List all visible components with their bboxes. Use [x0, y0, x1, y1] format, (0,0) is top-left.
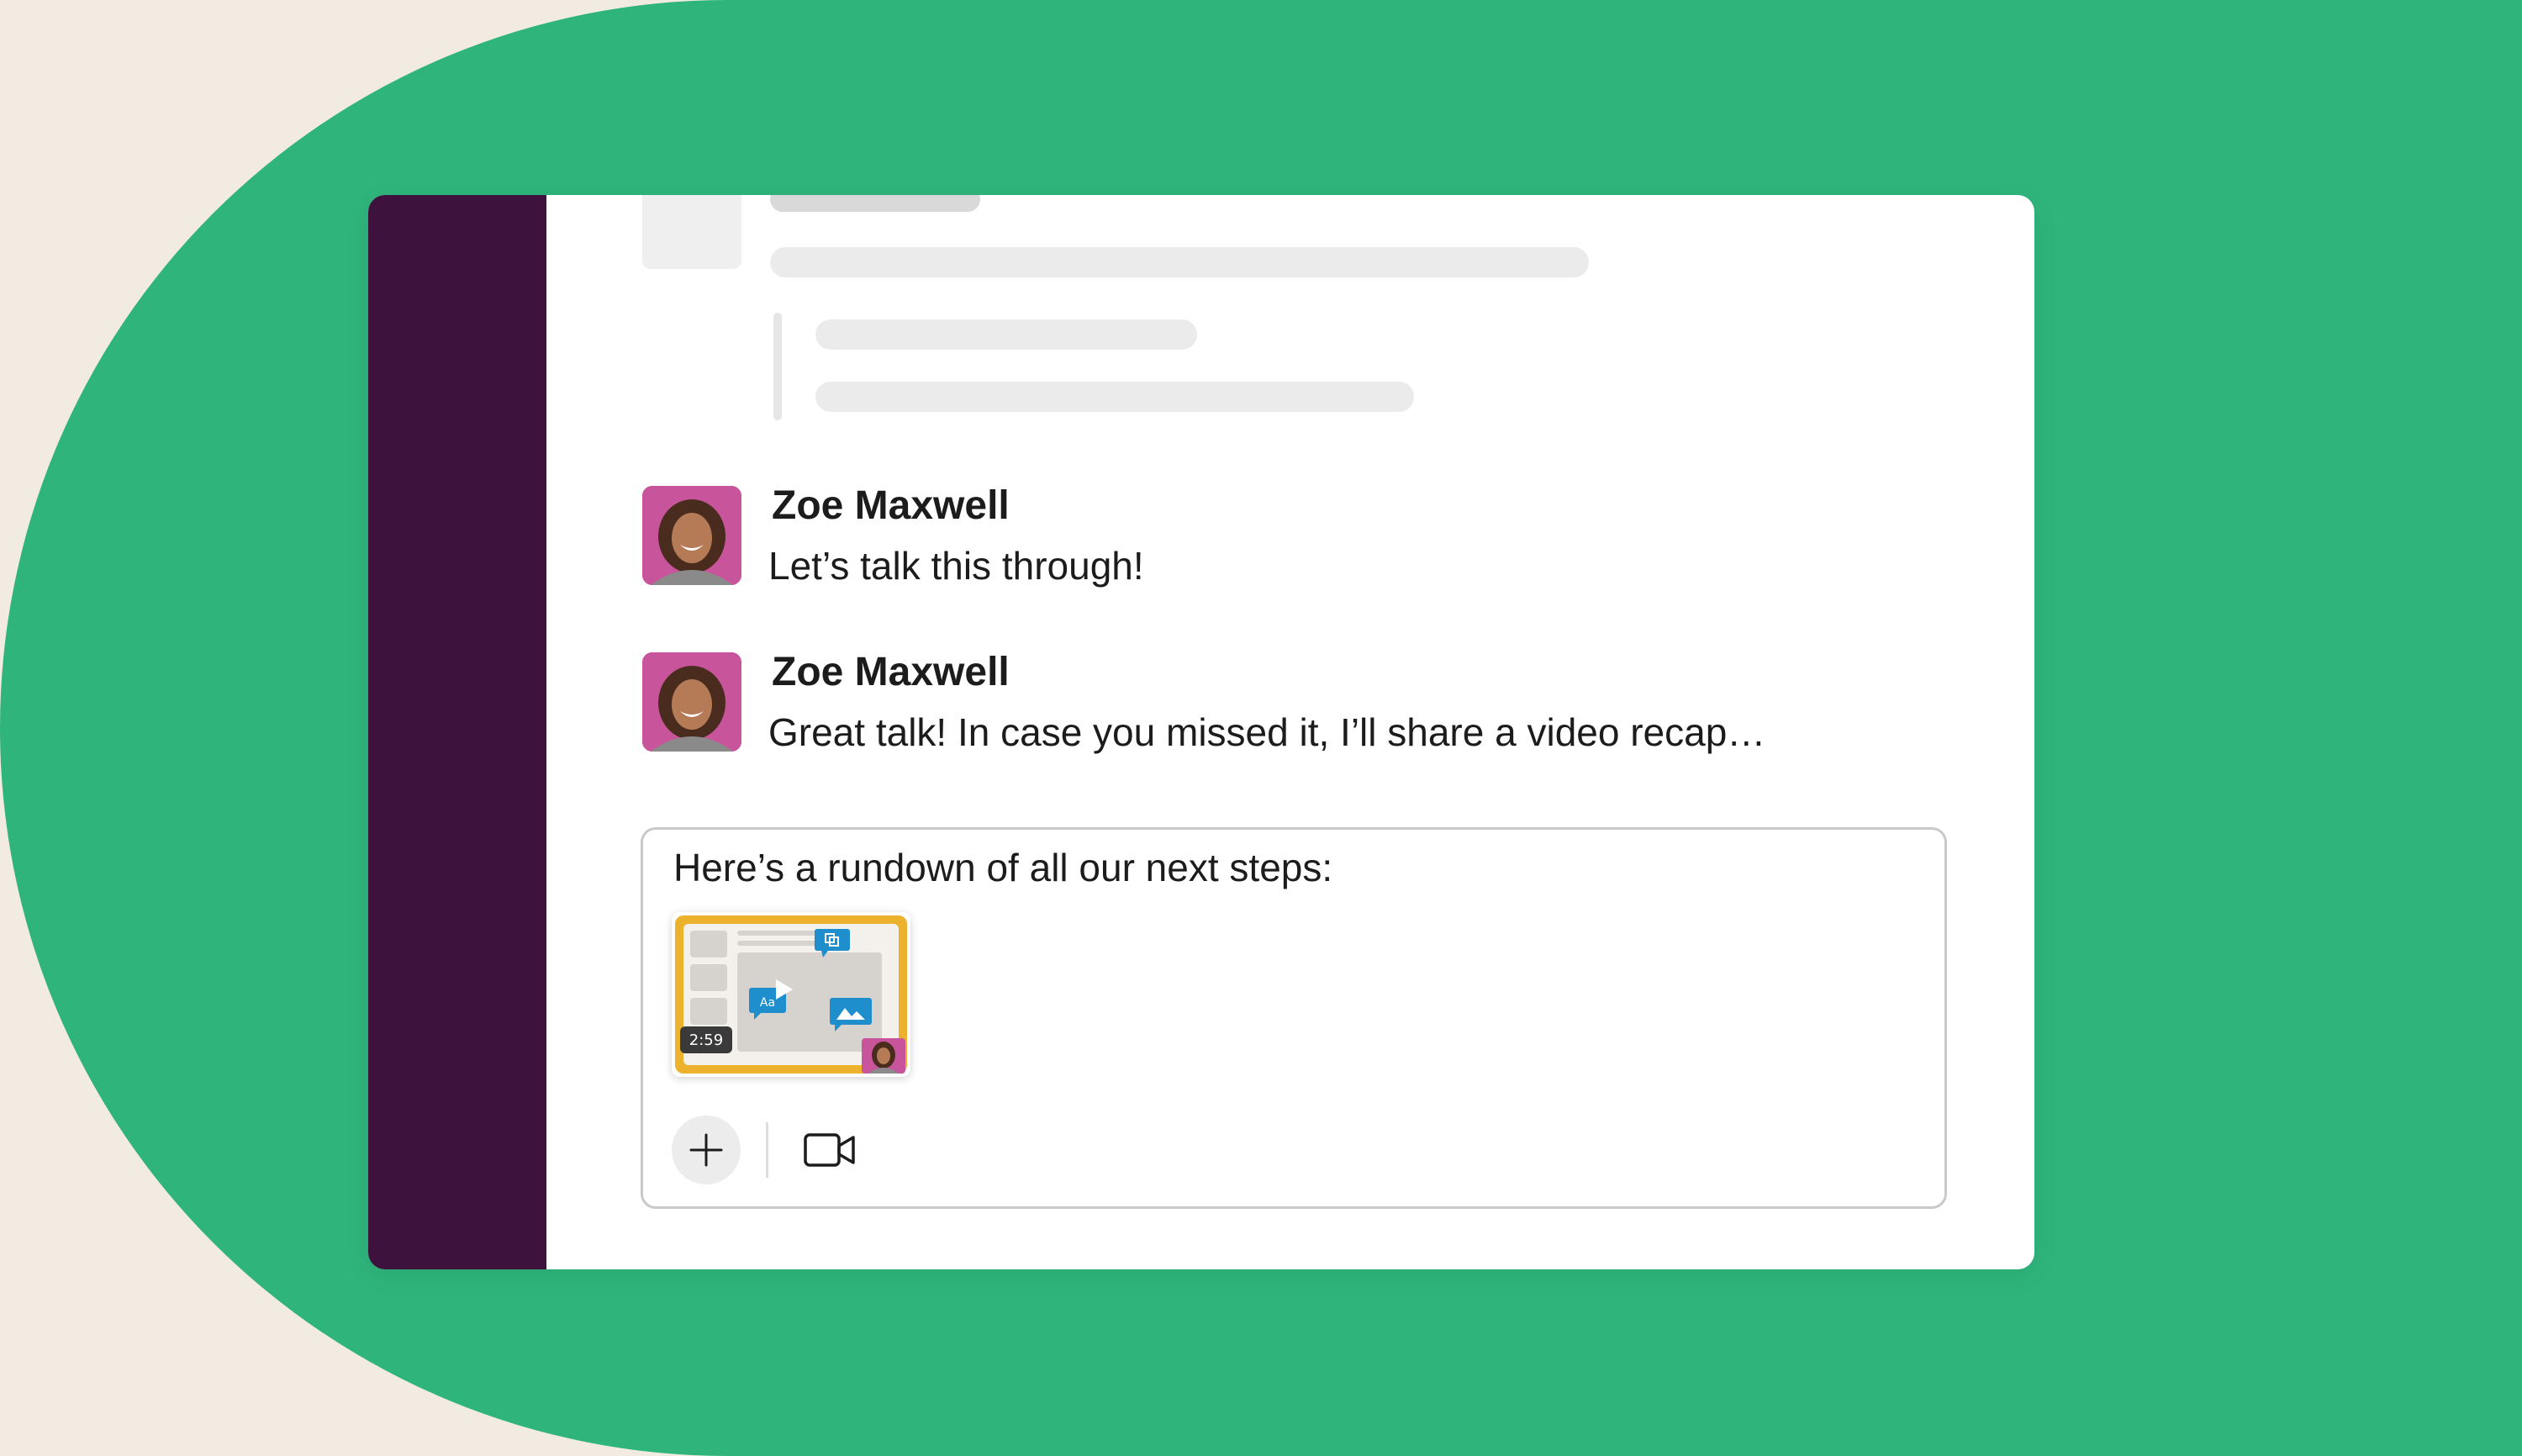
- loading-quote-bar: [773, 313, 782, 420]
- message-composer[interactable]: Here’s a rundown of all our next steps: …: [641, 827, 1947, 1209]
- record-video-button[interactable]: [803, 1126, 857, 1174]
- video-clip-attachment[interactable]: Aa 2:59: [672, 912, 910, 1077]
- avatar[interactable]: [642, 486, 741, 585]
- loading-text-placeholder: [770, 247, 1589, 277]
- sidebar: [368, 195, 546, 1269]
- loading-quote-line: [815, 319, 1197, 350]
- toolbar-divider: [766, 1122, 768, 1178]
- loading-name-placeholder: [770, 195, 980, 212]
- person-avatar-icon: [642, 652, 741, 752]
- message-text: Let’s talk this through!: [768, 544, 1144, 588]
- loading-avatar-placeholder: [642, 195, 741, 269]
- message-sender[interactable]: Zoe Maxwell: [772, 649, 1010, 695]
- message-sender[interactable]: Zoe Maxwell: [772, 483, 1010, 529]
- message-item: Zoe Maxwell Great talk! In case you miss…: [642, 649, 1987, 762]
- plus-icon: [689, 1133, 723, 1167]
- video-duration-badge: 2:59: [689, 1031, 724, 1049]
- add-button[interactable]: [672, 1116, 741, 1184]
- message-item: Zoe Maxwell Let’s talk this through!: [642, 483, 1987, 595]
- person-avatar-icon: [642, 486, 741, 585]
- message-text: Great talk! In case you missed it, I’ll …: [768, 710, 1766, 754]
- avatar[interactable]: [642, 652, 741, 752]
- composer-input-text[interactable]: Here’s a rundown of all our next steps:: [673, 845, 1332, 890]
- loading-quote-line: [815, 382, 1414, 412]
- video-camera-icon: [804, 1133, 855, 1167]
- svg-text:Aa: Aa: [760, 996, 775, 1010]
- chat-window: Zoe Maxwell Let’s talk this through! Zoe…: [368, 195, 2034, 1269]
